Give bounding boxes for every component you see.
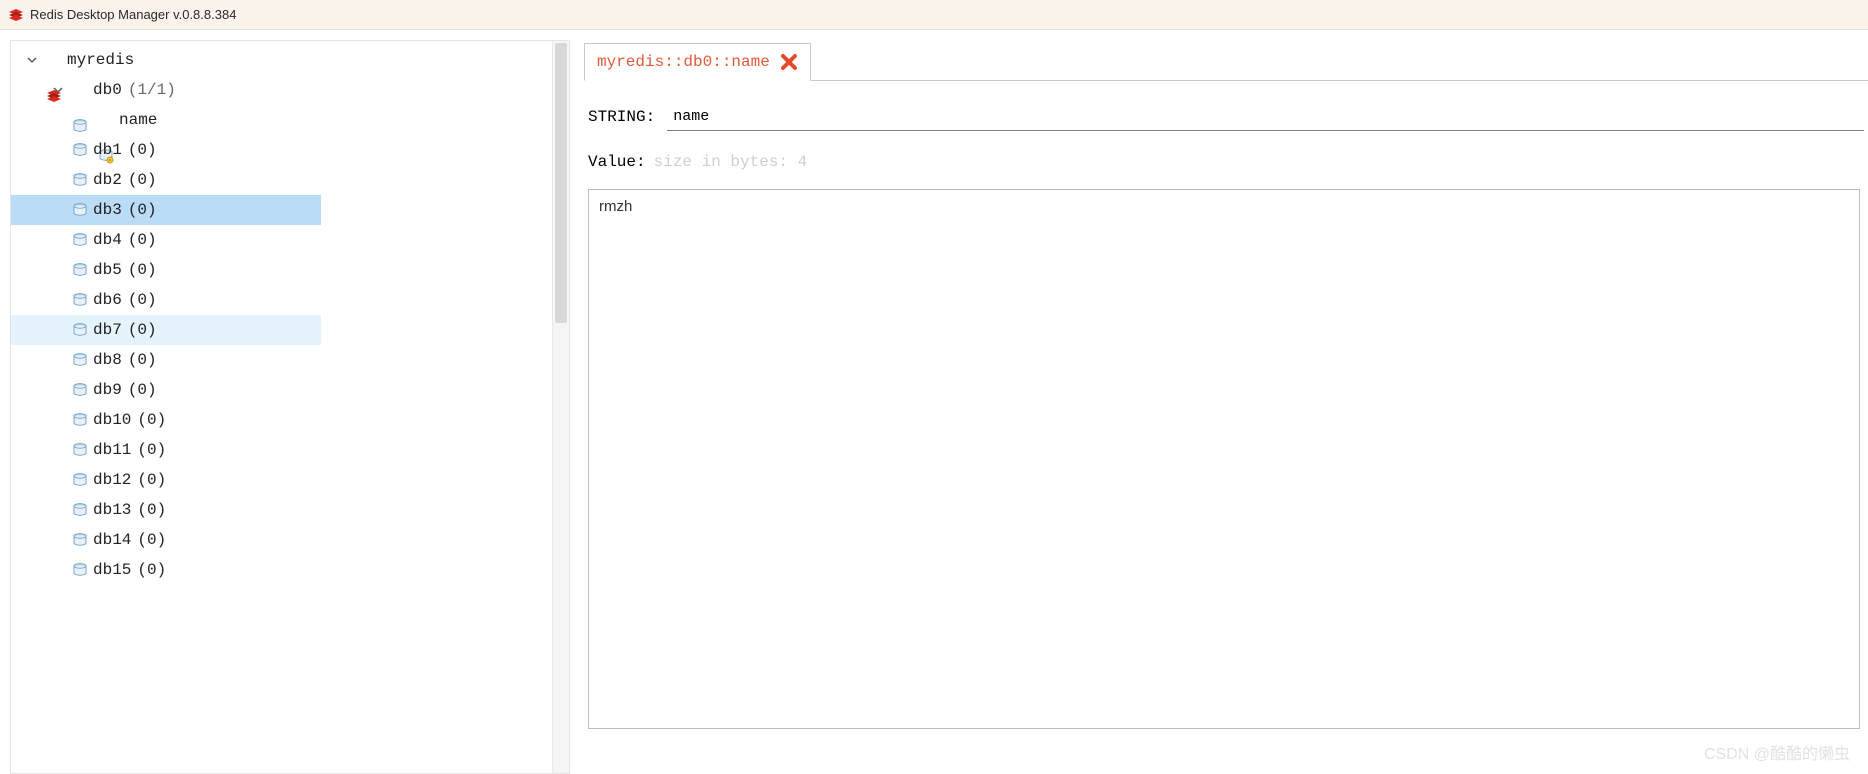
size-hint: size in bytes: 4	[654, 153, 808, 171]
value-textarea[interactable]	[588, 189, 1860, 729]
watermark-text: CSDN @酷酷的懒虫	[1704, 740, 1850, 764]
tabs-bar: myredis::db0::name	[584, 39, 1868, 81]
key-icon	[97, 111, 115, 129]
db-label: db2	[93, 171, 122, 189]
tree-scrollbar-thumb[interactable]	[555, 43, 567, 323]
tree-db-row[interactable]: db4 (0)	[11, 225, 569, 255]
db-count: (0)	[137, 441, 166, 459]
db-count: (0)	[137, 561, 166, 579]
database-icon	[71, 81, 89, 99]
type-label: STRING:	[588, 108, 655, 126]
db-label: db15	[93, 561, 131, 579]
tree-db-row[interactable]: db9 (0)	[11, 375, 569, 405]
db-label: db8	[93, 351, 122, 369]
close-icon[interactable]	[780, 53, 798, 71]
database-icon	[71, 531, 89, 549]
db-label: db1	[93, 141, 122, 159]
db-label: db14	[93, 531, 131, 549]
database-icon	[71, 201, 89, 219]
db-label: db7	[93, 321, 122, 339]
db-count: (0)	[128, 171, 157, 189]
window-title: Redis Desktop Manager v.0.8.8.384	[30, 7, 236, 22]
db-count: (0)	[128, 291, 157, 309]
key-label: name	[119, 111, 157, 129]
db-count: (1/1)	[128, 81, 176, 99]
db-count: (0)	[128, 351, 157, 369]
db-label: db4	[93, 231, 122, 249]
database-icon	[71, 231, 89, 249]
db-count: (0)	[128, 141, 157, 159]
database-icon	[71, 291, 89, 309]
db-count: (0)	[137, 471, 166, 489]
db-count: (0)	[128, 231, 157, 249]
tree-db-row[interactable]: db13 (0)	[11, 495, 569, 525]
tree-connection-row[interactable]: myredis	[11, 45, 569, 75]
tree-db-row[interactable]: db8 (0)	[11, 345, 569, 375]
database-icon	[71, 381, 89, 399]
tree-db-row[interactable]: db5 (0)	[11, 255, 569, 285]
tree-db-row[interactable]: db11 (0)	[11, 435, 569, 465]
redis-app-icon	[8, 7, 24, 23]
db-count: (0)	[128, 201, 157, 219]
database-icon	[71, 321, 89, 339]
db-label: db0	[93, 81, 122, 99]
database-icon	[71, 351, 89, 369]
db-count: (0)	[137, 501, 166, 519]
db-label: db6	[93, 291, 122, 309]
database-icon	[71, 411, 89, 429]
tree-db-row[interactable]: db7 (0)	[11, 315, 321, 345]
db-label: db5	[93, 261, 122, 279]
connections-tree-panel: myredis db0 (1/1) name	[10, 40, 570, 774]
tree-db-row[interactable]: db14 (0)	[11, 525, 569, 555]
database-icon	[71, 561, 89, 579]
chevron-down-icon[interactable]	[25, 53, 39, 67]
database-icon	[71, 501, 89, 519]
db-label: db11	[93, 441, 131, 459]
database-icon	[71, 441, 89, 459]
db-label: db3	[93, 201, 122, 219]
window-titlebar: Redis Desktop Manager v.0.8.8.384	[0, 0, 1868, 30]
tab-title: myredis::db0::name	[597, 53, 770, 71]
tree-db-row[interactable]: db15 (0)	[11, 555, 569, 585]
connection-name: myredis	[67, 51, 134, 69]
content-panel: myredis::db0::name STRING: Value: size i…	[576, 30, 1868, 774]
tree-db-row[interactable]: db6 (0)	[11, 285, 569, 315]
database-icon	[71, 261, 89, 279]
db-count: (0)	[128, 321, 157, 339]
database-icon	[71, 141, 89, 159]
tree-db-row[interactable]: db10 (0)	[11, 405, 569, 435]
tree-scrollbar[interactable]	[552, 41, 569, 773]
db-label: db9	[93, 381, 122, 399]
db-count: (0)	[128, 381, 157, 399]
database-icon	[71, 171, 89, 189]
database-icon	[71, 471, 89, 489]
tree-db-row[interactable]: db12 (0)	[11, 465, 569, 495]
tab-key[interactable]: myredis::db0::name	[584, 43, 811, 81]
db-label: db10	[93, 411, 131, 429]
db-count: (0)	[128, 261, 157, 279]
db-label: db12	[93, 471, 131, 489]
db-count: (0)	[137, 411, 166, 429]
value-label: Value:	[588, 153, 646, 171]
chevron-down-icon[interactable]	[51, 83, 65, 97]
redis-connection-icon	[45, 51, 63, 69]
db-count: (0)	[137, 531, 166, 549]
key-name-input[interactable]	[667, 103, 1864, 131]
db-label: db13	[93, 501, 131, 519]
